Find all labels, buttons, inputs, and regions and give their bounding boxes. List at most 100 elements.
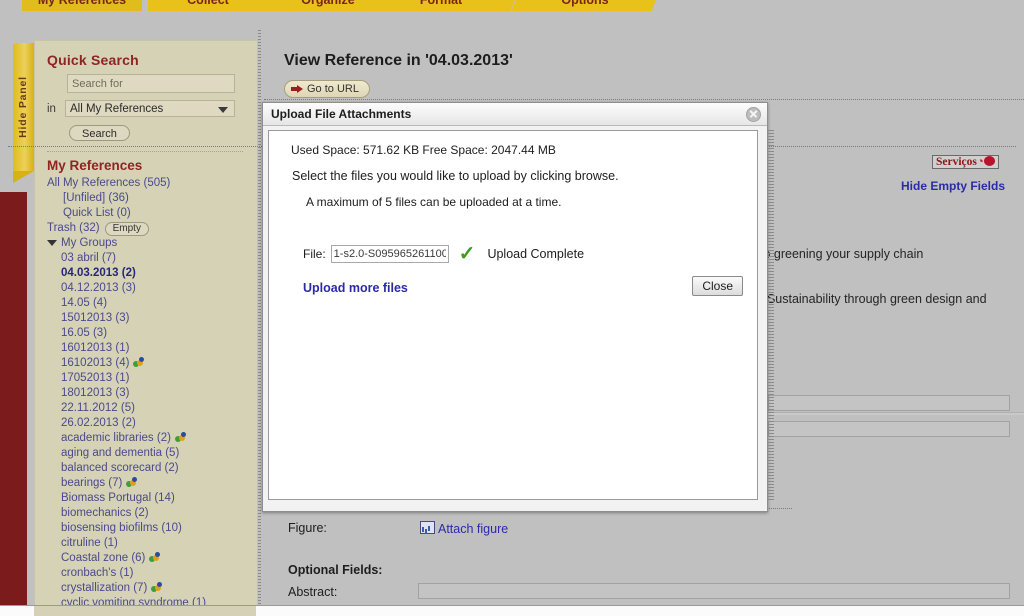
group-link[interactable]: biomechanics (2)	[61, 507, 149, 519]
servicos-swirl-icon: ◔	[976, 156, 984, 168]
group-link[interactable]: 16012013 (1)	[61, 342, 129, 354]
hide-panel-toggle[interactable]: Hide Panel	[13, 43, 34, 183]
close-button[interactable]: Close	[692, 276, 743, 296]
instruction-secondary: A maximum of 5 files can be uploaded at …	[306, 195, 562, 209]
tree-link[interactable]: All My References (505)	[47, 177, 170, 189]
tree-item-unfiled[interactable]: [Unfiled] (36)	[45, 191, 247, 206]
tab-my-references[interactable]: My References	[22, 0, 142, 11]
empty-trash-button[interactable]: Empty	[104, 222, 149, 236]
group-item[interactable]: crystallization (7)	[45, 581, 247, 596]
quick-search-in-label: in	[47, 102, 56, 115]
tab-organize[interactable]: Organize	[268, 0, 388, 11]
search-input[interactable]	[67, 74, 235, 93]
group-link[interactable]: 22.11.2012 (5)	[61, 402, 135, 414]
background-title-text-1: to greening your supply chain	[760, 247, 924, 261]
space-usage-text: Used Space: 571.62 KB Free Space: 2047.4…	[291, 143, 556, 157]
dialog-scroll-rule	[768, 130, 774, 500]
group-link[interactable]: 17052013 (1)	[61, 372, 129, 384]
file-name-input[interactable]	[330, 245, 449, 263]
app-root: My References Collect Organize Format Op…	[0, 0, 1024, 616]
group-item[interactable]: biomechanics (2)	[45, 506, 247, 521]
background-input-field[interactable]	[768, 395, 1010, 411]
tree-item-quick-list[interactable]: Quick List (0)	[45, 206, 247, 221]
group-link[interactable]: Coastal zone (6)	[61, 552, 145, 564]
tree-link[interactable]: Quick List (0)	[63, 207, 131, 219]
group-item[interactable]: Coastal zone (6)	[45, 551, 247, 566]
group-item[interactable]: 26.02.2013 (2)	[45, 416, 247, 431]
file-label: File:	[303, 247, 326, 261]
group-item[interactable]: citruline (1)	[45, 536, 247, 551]
group-item[interactable]: Biomass Portugal (14)	[45, 491, 247, 506]
group-link[interactable]: 16.05 (3)	[61, 327, 107, 339]
group-item[interactable]: 17052013 (1)	[45, 371, 247, 386]
search-scope-select[interactable]: All My References	[65, 100, 235, 117]
my-groups-label: My Groups	[61, 237, 118, 249]
group-link[interactable]: 15012013 (3)	[61, 312, 129, 324]
attach-figure-link[interactable]: Attach figure	[420, 521, 508, 536]
group-item[interactable]: 04.03.2013 (2)	[45, 266, 247, 281]
group-item[interactable]: 22.11.2012 (5)	[45, 401, 247, 416]
group-item[interactable]: balanced scorecard (2)	[45, 461, 247, 476]
content-left-rule	[258, 30, 261, 608]
servicos-badge[interactable]: Serviços◔	[932, 155, 999, 169]
group-item[interactable]: bearings (7)	[45, 476, 247, 491]
tab-options[interactable]: Options	[525, 0, 645, 11]
upload-more-files-link[interactable]: Upload more files	[303, 281, 408, 295]
group-link[interactable]: 03 abril (7)	[61, 252, 116, 264]
go-to-url-button[interactable]: Go to URL	[284, 80, 370, 98]
close-icon[interactable]	[746, 107, 761, 122]
upload-file-attachments-dialog: Upload File Attachments Used Space: 571.…	[262, 102, 774, 512]
my-references-title: My References	[47, 158, 143, 173]
group-item[interactable]: 18012013 (3)	[45, 386, 247, 401]
figure-label: Figure:	[288, 521, 327, 535]
group-link[interactable]: 04.12.2013 (3)	[61, 282, 136, 294]
group-item[interactable]: 16012013 (1)	[45, 341, 247, 356]
group-link[interactable]: bearings (7)	[61, 477, 122, 489]
quick-search-scope-row: in All My References	[45, 100, 247, 117]
group-link[interactable]: 18012013 (3)	[61, 387, 129, 399]
tree-link[interactable]: Trash (32)	[47, 222, 100, 234]
tree-item-trash[interactable]: Trash (32) Empty	[45, 221, 247, 236]
servicos-dot-icon	[983, 156, 995, 166]
group-item[interactable]: 16.05 (3)	[45, 326, 247, 341]
hide-empty-fields-link[interactable]: Hide Empty Fields	[901, 179, 1005, 193]
group-list: 03 abril (7) 04.03.2013 (2) 04.12.2013 (3)…	[45, 251, 247, 616]
group-link[interactable]: 04.03.2013 (2)	[61, 267, 136, 279]
shared-group-icon	[133, 357, 145, 367]
tab-collect[interactable]: Collect	[148, 0, 268, 11]
group-link[interactable]: academic libraries (2)	[61, 432, 171, 444]
main-nav-tabs: My References Collect Organize Format Op…	[0, 0, 1024, 11]
group-item[interactable]: 16102013 (4)	[45, 356, 247, 371]
group-item[interactable]: academic libraries (2)	[45, 431, 247, 446]
background-row-divider	[764, 412, 1024, 415]
tree-item-all-my-references[interactable]: All My References (505)	[45, 176, 247, 191]
group-item[interactable]: 04.12.2013 (3)	[45, 281, 247, 296]
tab-format[interactable]: Format	[382, 0, 500, 11]
attach-figure-label: Attach figure	[438, 522, 509, 536]
page-title: View Reference in '04.03.2013'	[284, 52, 513, 69]
group-item[interactable]: cronbach's (1)	[45, 566, 247, 581]
tree-link[interactable]: [Unfiled] (36)	[63, 192, 129, 204]
group-link[interactable]: aging and dementia (5)	[61, 447, 179, 459]
group-link[interactable]: 26.02.2013 (2)	[61, 417, 136, 429]
tree-item-my-groups[interactable]: My Groups	[45, 236, 247, 251]
group-link[interactable]: 14.05 (4)	[61, 297, 107, 309]
abstract-field[interactable]	[418, 583, 1010, 599]
group-item[interactable]: aging and dementia (5)	[45, 446, 247, 461]
group-link[interactable]: biosensing biofilms (10)	[61, 522, 182, 534]
group-item[interactable]: 15012013 (3)	[45, 311, 247, 326]
group-link[interactable]: citruline (1)	[61, 537, 118, 549]
search-button[interactable]: Search	[69, 125, 130, 141]
group-item[interactable]: 14.05 (4)	[45, 296, 247, 311]
group-link[interactable]: crystallization (7)	[61, 582, 147, 594]
group-link[interactable]: 16102013 (4)	[61, 357, 129, 369]
background-input-field[interactable]	[768, 421, 1010, 437]
references-tree: All My References (505) [Unfiled] (36) Q…	[45, 176, 247, 251]
triangle-down-icon[interactable]	[47, 239, 57, 246]
group-link[interactable]: balanced scorecard (2)	[61, 462, 179, 474]
group-link[interactable]: Biomass Portugal (14)	[61, 492, 175, 504]
group-item[interactable]: biosensing biofilms (10)	[45, 521, 247, 536]
group-item[interactable]: 03 abril (7)	[45, 251, 247, 266]
group-link[interactable]: cronbach's (1)	[61, 567, 134, 579]
chevron-down-icon	[218, 107, 228, 113]
